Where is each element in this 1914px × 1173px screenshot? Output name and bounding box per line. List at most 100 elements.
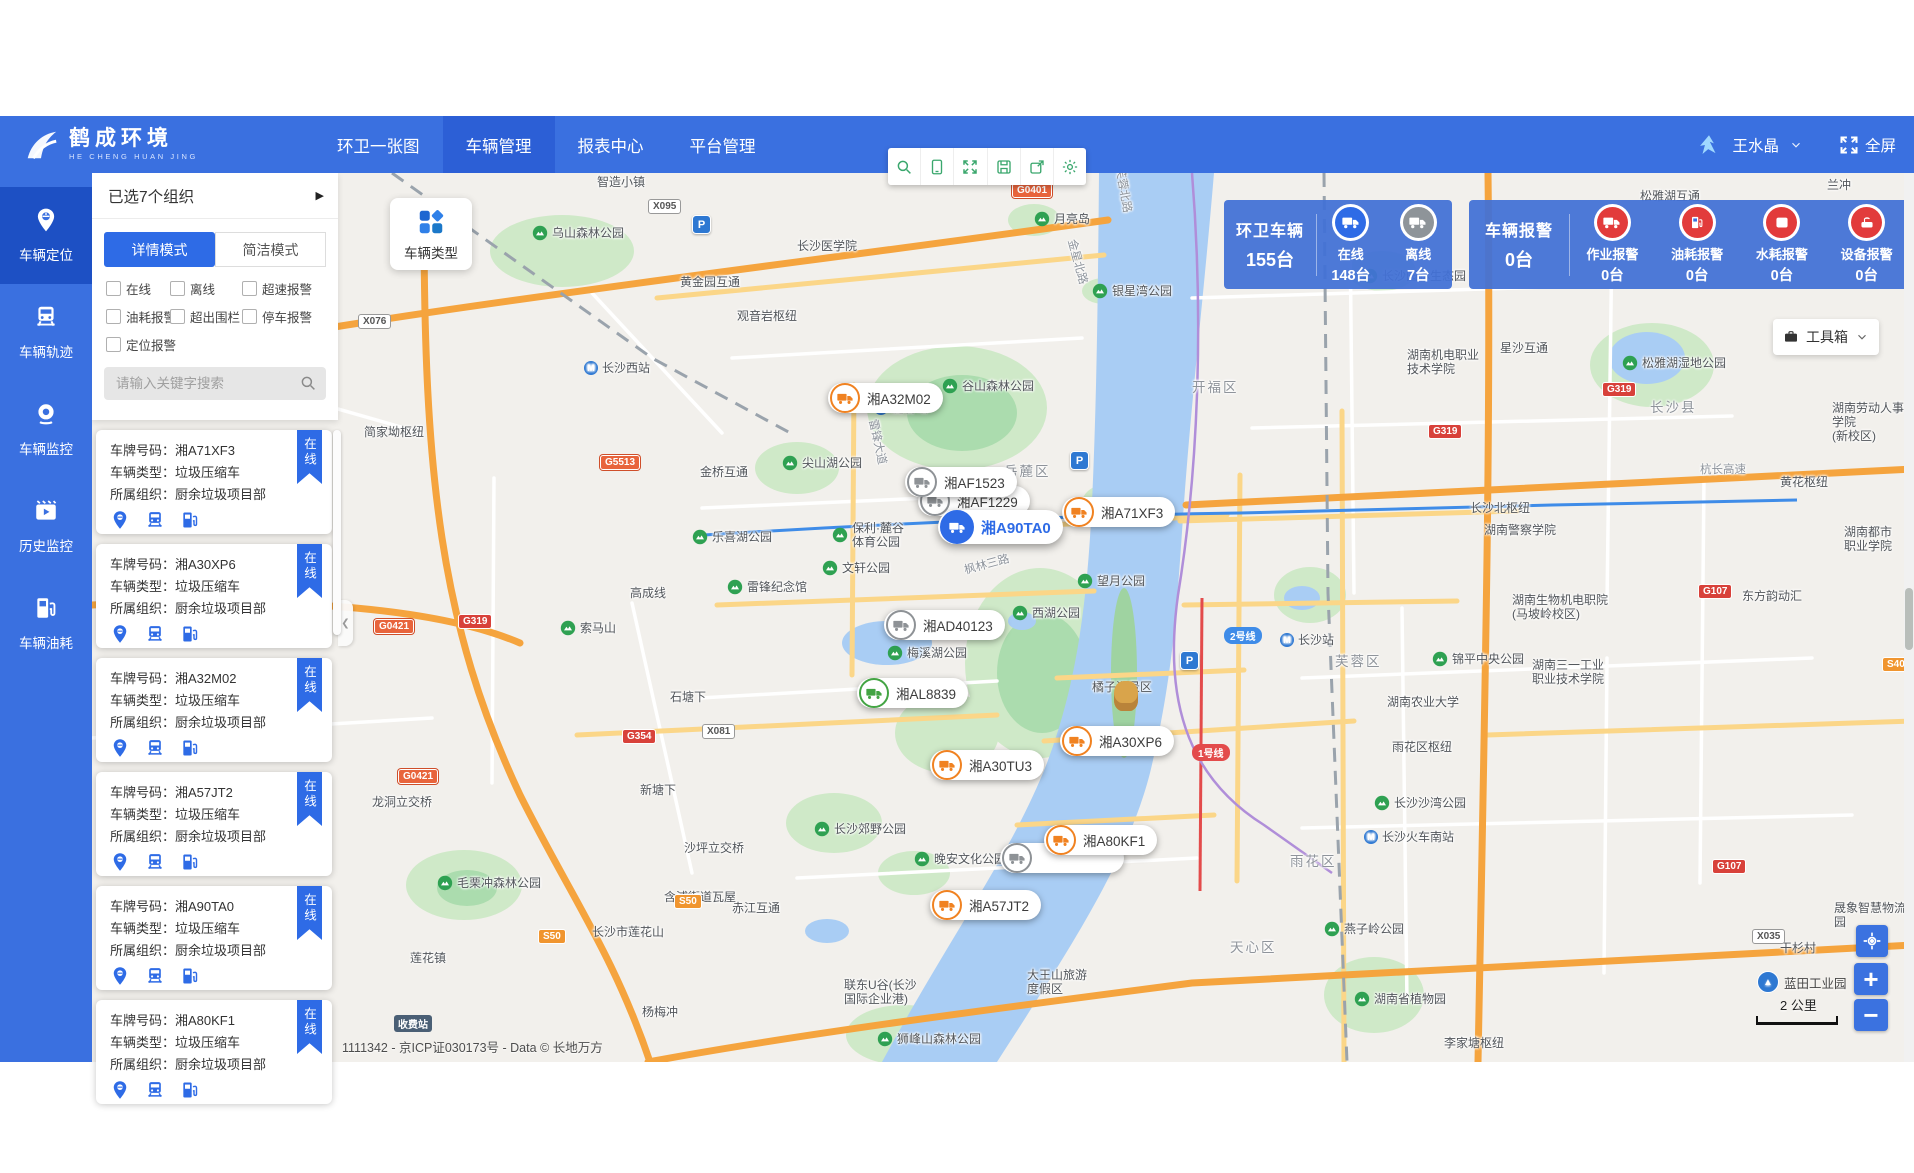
- filter-checkbox[interactable]: 超速报警: [242, 279, 338, 298]
- tab-mode-1[interactable]: 详情模式: [104, 232, 215, 267]
- panel-scrollbar[interactable]: [333, 430, 341, 635]
- org-selector[interactable]: 已选7个组织 ▶: [92, 173, 338, 219]
- vehicle-marker[interactable]: 湘A90TA0: [938, 510, 1063, 544]
- mobile-icon[interactable]: [921, 148, 954, 185]
- sidebar-item-camera[interactable]: 车辆监控: [0, 381, 92, 478]
- fuel-icon[interactable]: [180, 624, 200, 649]
- marker-plate-label: 湘A80KF1: [1083, 830, 1145, 850]
- nav-item-4[interactable]: 平台管理: [667, 116, 779, 173]
- checkbox-icon[interactable]: [106, 337, 121, 352]
- checkbox-icon[interactable]: [242, 309, 257, 324]
- user-name[interactable]: 王水晶: [1732, 134, 1779, 156]
- page-scrollbar-thumb[interactable]: [1905, 588, 1913, 650]
- zoom-search-icon[interactable]: [888, 148, 921, 185]
- fuel-icon[interactable]: [180, 1080, 200, 1105]
- locate-icon[interactable]: [110, 738, 130, 763]
- sidebar-item-track[interactable]: 车辆轨迹: [0, 284, 92, 381]
- filter-checkbox[interactable]: 定位报警: [106, 335, 170, 354]
- map-label-text: 湖南都市 职业学院: [1844, 525, 1892, 553]
- search-input[interactable]: [104, 367, 326, 400]
- locate-icon[interactable]: [110, 966, 130, 991]
- road-badge: G319: [1602, 382, 1636, 397]
- fullscreen-button[interactable]: 全屏: [1839, 134, 1896, 156]
- sidebar-item-car-pin[interactable]: 车辆定位: [0, 187, 92, 284]
- nav-item-3[interactable]: 报表中心: [555, 116, 667, 173]
- filter-checkbox[interactable]: 超出围栏: [170, 307, 242, 326]
- org-expand-arrow-icon[interactable]: ▶: [316, 189, 324, 202]
- nav-item-2[interactable]: 车辆管理: [443, 116, 555, 173]
- locate-icon[interactable]: [110, 852, 130, 877]
- fuel-icon[interactable]: [180, 510, 200, 535]
- vehicle-marker[interactable]: 湘A57JT2: [930, 890, 1041, 920]
- vehicle-marker[interactable]: 湘A32M02: [828, 383, 943, 413]
- vehicle-card[interactable]: 车牌号码：湘A32M02车辆类型：垃圾压缩车所属组织：厨余垃圾项目部在线: [96, 658, 332, 762]
- track-icon[interactable]: [145, 510, 165, 535]
- expand-icon[interactable]: [954, 148, 987, 185]
- vehicle-marker[interactable]: 湘AD40123: [884, 610, 1005, 640]
- vehicle-marker[interactable]: 湘AL8839: [857, 678, 968, 708]
- nav-item-1[interactable]: 环卫一张图: [314, 116, 443, 173]
- map-label: 湖南生物机电职院 (马坡岭校区): [1512, 593, 1608, 621]
- vehicle-marker[interactable]: 湘A71XF3: [1062, 497, 1175, 527]
- track-icon[interactable]: [145, 966, 165, 991]
- marker-plate-label: 湘A32M02: [867, 388, 931, 408]
- user-avatar[interactable]: [1696, 132, 1722, 158]
- checkbox-icon[interactable]: [106, 309, 121, 324]
- vehicle-org: 所属组织：厨余垃圾项目部: [110, 598, 318, 620]
- map-label: 李家塘枢纽: [1444, 1036, 1504, 1050]
- chevron-down-icon: [1855, 330, 1869, 344]
- vehicle-marker[interactable]: 湘A30TU3: [930, 750, 1044, 780]
- vehicle-marker[interactable]: 湘A80KF1: [1044, 825, 1157, 855]
- save-icon[interactable]: [988, 148, 1021, 185]
- filter-checkbox[interactable]: 停车报警: [242, 307, 338, 326]
- locate-icon[interactable]: [110, 510, 130, 535]
- toolbox-button[interactable]: 工具箱: [1773, 319, 1879, 355]
- sidebar-item-video[interactable]: 历史监控: [0, 478, 92, 575]
- settings-icon[interactable]: [1054, 148, 1086, 185]
- park-icon: [782, 455, 798, 471]
- checkbox-icon[interactable]: [106, 281, 121, 296]
- stat-item: 水耗报警0台: [1740, 204, 1825, 285]
- vehicle-marker[interactable]: 湘A30XP6: [1060, 726, 1174, 756]
- sidebar-item-fuel[interactable]: 车辆油耗: [0, 575, 92, 672]
- vehicle-card[interactable]: 车牌号码：湘A71XF3车辆类型：垃圾压缩车所属组织：厨余垃圾项目部在线: [96, 430, 332, 534]
- map-label-text: 晚安文化公园: [934, 852, 1006, 866]
- vehicle-type-button[interactable]: 车辆类型: [390, 198, 472, 270]
- track-icon[interactable]: [145, 738, 165, 763]
- map-label: 沙坪立交桥: [684, 841, 744, 855]
- vehicle-marker[interactable]: 湘AF1523: [905, 467, 1017, 497]
- filter-checkbox[interactable]: 油耗报警: [106, 307, 170, 326]
- zoom-in-button[interactable]: +: [1854, 963, 1888, 995]
- checkbox-icon[interactable]: [170, 281, 185, 296]
- vehicle-card[interactable]: 车牌号码：湘A90TA0车辆类型：垃圾压缩车所属组织：厨余垃圾项目部在线: [96, 886, 332, 990]
- map-canvas[interactable]: 智造小镇乌山森林公园长沙医学院黄金园互通月亮岛银星湾公园观音岩枢纽M长沙西站M麓…: [92, 173, 1914, 1062]
- checkbox-icon[interactable]: [242, 281, 257, 296]
- map-label: 黄金园互通: [680, 275, 740, 289]
- map-label: 湖南劳动人事学院 (新校区): [1832, 401, 1914, 443]
- locate-icon[interactable]: [110, 624, 130, 649]
- locate-icon[interactable]: [110, 1080, 130, 1105]
- chevron-down-icon[interactable]: [1789, 138, 1803, 152]
- fuel-icon[interactable]: [180, 852, 200, 877]
- vehicle-org: 所属组织：厨余垃圾项目部: [110, 712, 318, 734]
- track-icon[interactable]: [145, 624, 165, 649]
- vehicle-card[interactable]: 车牌号码：湘A30XP6车辆类型：垃圾压缩车所属组织：厨余垃圾项目部在线: [96, 544, 332, 648]
- filter-label: 定位报警: [126, 335, 176, 354]
- zoom-out-button[interactable]: −: [1854, 999, 1888, 1031]
- filter-checkbox[interactable]: 离线: [170, 279, 242, 298]
- search-icon[interactable]: [299, 374, 317, 392]
- checkbox-icon[interactable]: [170, 309, 185, 324]
- fuel-icon[interactable]: [180, 738, 200, 763]
- fuel-icon[interactable]: [180, 966, 200, 991]
- filter-checkbox[interactable]: 在线: [106, 279, 170, 298]
- filter-label: 油耗报警: [126, 307, 176, 326]
- locate-button[interactable]: [1856, 925, 1888, 957]
- track-icon[interactable]: [145, 1080, 165, 1105]
- tab-mode-2[interactable]: 简洁模式: [215, 232, 326, 267]
- marker-plate-label: 湘A30XP6: [1099, 731, 1162, 751]
- vehicle-card[interactable]: 车牌号码：湘A57JT2车辆类型：垃圾压缩车所属组织：厨余垃圾项目部在线: [96, 772, 332, 876]
- export-icon[interactable]: [1021, 148, 1054, 185]
- vehicle-card[interactable]: 车牌号码：湘A80KF1车辆类型：垃圾压缩车所属组织：厨余垃圾项目部在线: [96, 1000, 332, 1104]
- page-scrollbar[interactable]: [1904, 173, 1914, 1062]
- track-icon[interactable]: [145, 852, 165, 877]
